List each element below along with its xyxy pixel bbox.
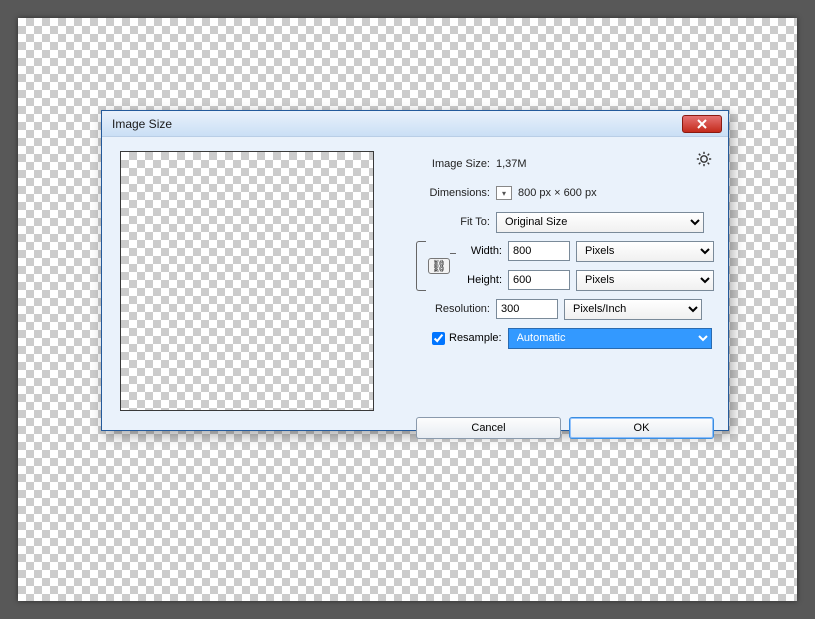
width-label: Width: bbox=[456, 245, 508, 257]
close-button[interactable] bbox=[682, 115, 722, 133]
gear-icon bbox=[696, 151, 712, 167]
dimensions-label: Dimensions: bbox=[396, 187, 496, 199]
image-size-label: Image Size: bbox=[396, 158, 496, 170]
height-unit-select[interactable]: Pixels bbox=[576, 270, 714, 291]
resolution-unit-select[interactable]: Pixels/Inch bbox=[564, 299, 702, 320]
fit-to-select[interactable]: Original Size bbox=[496, 212, 704, 233]
resolution-label: Resolution: bbox=[396, 303, 496, 315]
dimensions-value: 800 px × 600 px bbox=[518, 187, 597, 199]
width-unit-select[interactable]: Pixels bbox=[576, 241, 714, 262]
close-icon bbox=[696, 119, 708, 129]
resample-checkbox[interactable] bbox=[432, 332, 445, 345]
resample-label: Resample: bbox=[449, 332, 502, 344]
preview-thumbnail[interactable] bbox=[120, 151, 374, 411]
dimensions-unit-toggle[interactable]: ▾ bbox=[496, 186, 512, 200]
image-size-value: 1,37M bbox=[496, 158, 527, 170]
resolution-input[interactable] bbox=[496, 299, 558, 319]
image-size-dialog: Image Size bbox=[101, 110, 729, 431]
constrain-proportions-button[interactable]: ⛓ bbox=[428, 258, 449, 274]
settings-button[interactable] bbox=[696, 151, 712, 167]
link-icon: ⛓ bbox=[431, 259, 446, 273]
dialog-title: Image Size bbox=[112, 117, 682, 131]
cancel-button[interactable]: Cancel bbox=[416, 417, 561, 439]
width-input[interactable] bbox=[508, 241, 570, 261]
link-bracket-left bbox=[416, 241, 426, 291]
titlebar: Image Size bbox=[102, 111, 728, 137]
height-input[interactable] bbox=[508, 270, 570, 290]
resample-method-select[interactable]: Automatic bbox=[508, 328, 712, 349]
ok-button[interactable]: OK bbox=[569, 417, 714, 439]
fit-to-label: Fit To: bbox=[396, 216, 496, 228]
height-label: Height: bbox=[456, 274, 508, 286]
